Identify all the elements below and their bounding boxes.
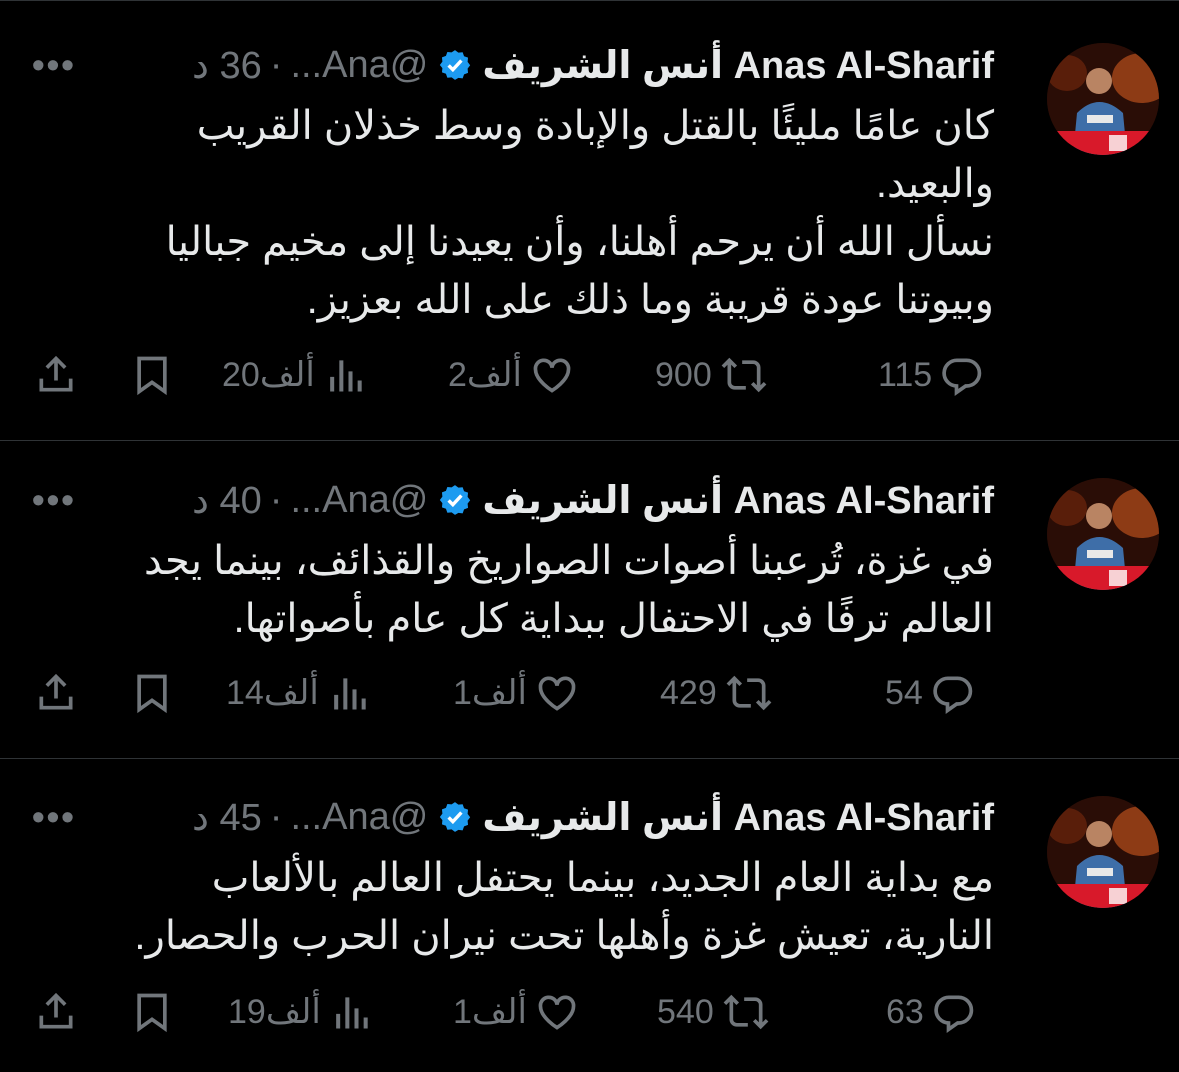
retweet-button[interactable]: 429 <box>660 668 773 718</box>
like-button[interactable]: 2ألف <box>448 350 574 400</box>
like-count: 1ألف <box>453 674 527 712</box>
bookmark-button[interactable] <box>130 668 174 718</box>
heart-icon <box>530 353 574 397</box>
retweet-icon <box>722 990 770 1034</box>
views-button[interactable]: 20ألف <box>222 350 367 400</box>
tweet[interactable]: Anas Al-Sharif أنس الشريف @Ana... · 36 د… <box>0 0 1179 440</box>
handle[interactable]: @Ana... <box>290 479 428 522</box>
reply-count: 54 <box>885 673 923 712</box>
bookmark-icon <box>130 990 174 1034</box>
reply-button[interactable]: 115 <box>878 350 984 400</box>
verified-badge-icon <box>438 800 472 834</box>
retweet-count: 900 <box>655 355 712 394</box>
views-button[interactable]: 14ألف <box>226 668 371 718</box>
views-icon <box>323 353 367 397</box>
separator-dot: · <box>269 478 283 521</box>
retweet-icon <box>725 671 773 715</box>
timestamp[interactable]: 45 د <box>192 795 262 840</box>
handle[interactable]: @Ana... <box>290 44 428 87</box>
views-count: 19ألف <box>228 993 321 1031</box>
views-icon <box>327 671 371 715</box>
heart-icon <box>535 990 579 1034</box>
share-button[interactable] <box>34 668 78 718</box>
more-options-button[interactable]: ••• <box>32 479 76 521</box>
tweet-header: Anas Al-Sharif أنس الشريف @Ana... · 36 د <box>28 40 994 90</box>
more-options-button[interactable]: ••• <box>32 44 76 86</box>
retweet-icon <box>720 353 768 397</box>
avatar[interactable] <box>1047 796 1159 908</box>
verified-badge-icon <box>438 483 472 517</box>
avatar[interactable] <box>1047 478 1159 590</box>
separator-dot: · <box>269 43 283 86</box>
reply-icon <box>931 671 975 715</box>
tweet-text: كان عامًا مليئًا بالقتل والإبادة وسط خذل… <box>165 104 994 322</box>
views-button[interactable]: 19ألف <box>228 987 373 1037</box>
share-icon <box>34 671 78 715</box>
like-count: 2ألف <box>448 356 522 394</box>
retweet-button[interactable]: 900 <box>655 350 768 400</box>
retweet-button[interactable]: 540 <box>657 987 770 1037</box>
display-name[interactable]: Anas Al-Sharif أنس الشريف <box>482 478 994 523</box>
tweet-text: في غزة، تُرعبنا أصوات الصواريخ والقذائف،… <box>144 539 994 641</box>
views-icon <box>329 990 373 1034</box>
share-icon <box>34 353 78 397</box>
retweet-count: 540 <box>657 992 714 1031</box>
heart-icon <box>535 671 579 715</box>
bookmark-icon <box>130 671 174 715</box>
tweet[interactable]: Anas Al-Sharif أنس الشريف @Ana... · 40 د… <box>0 440 1179 758</box>
tweet-text: مع بداية العام الجديد، بينما يحتفل العال… <box>134 856 994 958</box>
action-bar: 63 540 1ألف 19ألف <box>0 987 994 1037</box>
bookmark-button[interactable] <box>130 350 174 400</box>
timestamp[interactable]: 40 د <box>192 478 262 523</box>
reply-count: 115 <box>878 355 933 394</box>
views-count: 14ألف <box>226 674 319 712</box>
tweet[interactable]: Anas Al-Sharif أنس الشريف @Ana... · 45 د… <box>0 758 1179 1072</box>
bookmark-button[interactable] <box>130 987 174 1037</box>
like-count: 1ألف <box>453 993 527 1031</box>
reply-icon <box>932 990 976 1034</box>
separator-dot: · <box>269 795 283 838</box>
avatar[interactable] <box>1047 43 1159 155</box>
like-button[interactable]: 1ألف <box>453 987 579 1037</box>
like-button[interactable]: 1ألف <box>453 668 579 718</box>
display-name[interactable]: Anas Al-Sharif أنس الشريف <box>482 43 994 88</box>
share-button[interactable] <box>34 350 78 400</box>
reply-button[interactable]: 54 <box>885 668 975 718</box>
reply-button[interactable]: 63 <box>886 987 976 1037</box>
retweet-count: 429 <box>660 673 717 712</box>
timestamp[interactable]: 36 د <box>192 43 262 88</box>
views-count: 20ألف <box>222 356 315 394</box>
display-name[interactable]: Anas Al-Sharif أنس الشريف <box>482 795 994 840</box>
bookmark-icon <box>130 353 174 397</box>
reply-count: 63 <box>886 992 924 1031</box>
more-options-button[interactable]: ••• <box>32 796 76 838</box>
action-bar: 115 900 2ألف 20ألف <box>0 350 994 400</box>
action-bar: 54 429 1ألف 14ألف <box>0 668 994 718</box>
reply-icon <box>940 353 984 397</box>
share-button[interactable] <box>34 987 78 1037</box>
verified-badge-icon <box>438 48 472 82</box>
tweet-header: Anas Al-Sharif أنس الشريف @Ana... · 45 د <box>28 792 994 842</box>
handle[interactable]: @Ana... <box>290 796 428 839</box>
tweet-header: Anas Al-Sharif أنس الشريف @Ana... · 40 د <box>28 475 994 525</box>
share-icon <box>34 990 78 1034</box>
